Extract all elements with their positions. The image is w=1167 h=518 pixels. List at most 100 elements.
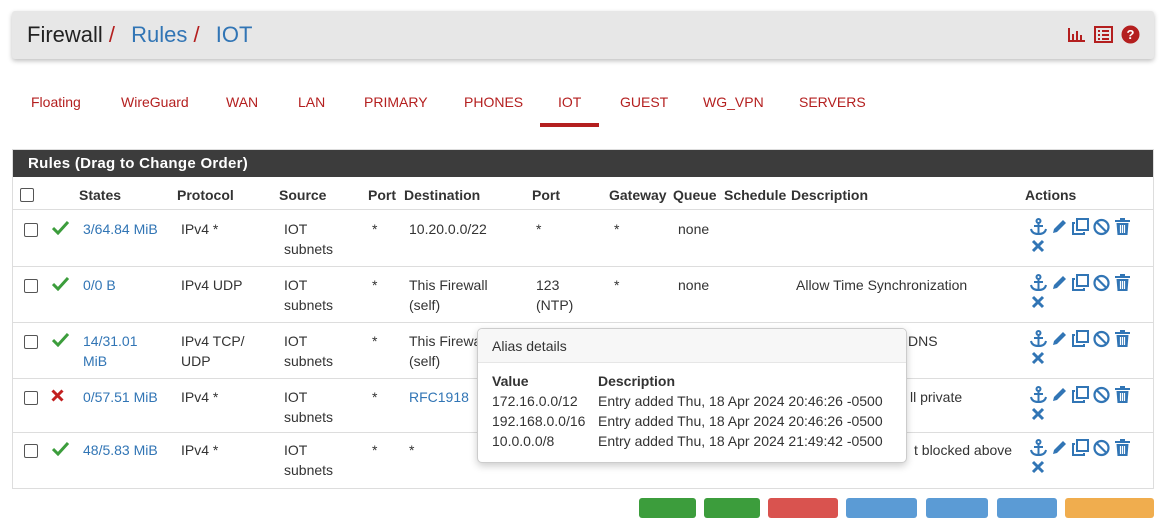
dest-port-value: 123 [536,277,560,293]
disable-icon[interactable] [1092,439,1111,457]
row-checkbox[interactable] [24,444,38,458]
source-value: IOT [284,442,308,458]
row-checkbox[interactable] [24,223,38,237]
copy-button[interactable] [926,498,988,518]
delete-x-icon[interactable] [1029,349,1048,367]
list-icon[interactable] [1094,26,1113,43]
check-icon[interactable] [52,442,69,456]
disable-icon[interactable] [1092,330,1111,348]
table-row[interactable]: 3/64.84 MiB IPv4 * IOT subnets * 10.20.0… [13,209,1153,266]
row-checkbox[interactable] [24,391,38,405]
copy-icon[interactable] [1071,274,1090,292]
source-value-line2: subnets [284,409,334,425]
queue-value: none [678,221,710,237]
header-icons: ? [1067,25,1140,44]
pencil-icon[interactable] [1050,439,1069,457]
tab-wan[interactable]: WAN [226,94,258,110]
delete-x-icon[interactable] [1029,458,1048,476]
row-checkbox[interactable] [24,279,38,293]
trash-icon[interactable] [1113,330,1132,348]
row-actions [1029,218,1139,255]
delete-x-icon[interactable] [1029,293,1048,311]
disable-icon[interactable] [1092,274,1111,292]
source-value: IOT [284,333,308,349]
copy-icon[interactable] [1071,439,1090,457]
destination-value-line2: (self) [409,297,441,313]
col-queue: Queue [673,187,717,203]
states-link[interactable]: 0/0 B [83,275,116,295]
tab-iot[interactable]: IOT [558,94,581,110]
tab-wg-vpn[interactable]: WG_VPN [703,94,764,110]
copy-icon[interactable] [1071,330,1090,348]
gateway-value: * [614,277,620,293]
anchor-icon[interactable] [1029,330,1048,348]
popover-col-value: Value [492,373,529,389]
tab-guest[interactable]: GUEST [620,94,668,110]
tab-lan[interactable]: LAN [298,94,325,110]
breadcrumb-iot-link[interactable]: IOT [216,22,253,47]
tab-servers[interactable]: SERVERS [799,94,866,110]
delete-x-icon[interactable] [1029,405,1048,423]
trash-icon[interactable] [1113,386,1132,404]
row-actions [1029,274,1139,311]
queue-value: none [678,277,710,293]
delete-button[interactable] [768,498,838,518]
row-checkbox[interactable] [24,335,38,349]
add-bottom-button[interactable] [704,498,760,518]
source-value-line2: subnets [284,462,334,478]
breadcrumb-rules-link[interactable]: Rules [131,22,187,47]
states-link[interactable]: 0/57.51 MiB [83,387,158,407]
col-actions: Actions [1025,187,1077,203]
col-protocol: Protocol [177,187,234,203]
col-dest-port: Port [532,187,560,203]
separator-button[interactable] [1065,498,1154,518]
states-link-line2[interactable]: MiB [83,351,107,371]
trash-icon[interactable] [1113,274,1132,292]
disable-icon[interactable] [1092,386,1111,404]
tab-primary[interactable]: PRIMARY [364,94,428,110]
select-all-checkbox[interactable] [20,188,34,202]
anchor-icon[interactable] [1029,274,1048,292]
add-top-button[interactable] [639,498,696,518]
states-link[interactable]: 48/5.83 MiB [83,440,158,460]
help-icon[interactable]: ? [1121,25,1140,44]
trash-icon[interactable] [1113,218,1132,236]
description-value: DNS [908,333,938,349]
copy-icon[interactable] [1071,386,1090,404]
bar-chart-icon[interactable] [1067,27,1086,43]
tab-floating[interactable]: Floating [31,94,81,110]
anchor-icon[interactable] [1029,218,1048,236]
check-icon[interactable] [52,277,69,291]
tab-phones[interactable]: PHONES [464,94,523,110]
states-link[interactable]: 14/31.01 [83,331,138,351]
tab-wireguard[interactable]: WireGuard [121,94,189,110]
check-icon[interactable] [52,333,69,347]
destination-alias-link[interactable]: RFC1918 [409,387,469,407]
pencil-icon[interactable] [1050,218,1069,236]
block-x-icon[interactable] [51,389,64,402]
port-value: * [372,277,378,293]
alias-entry-description: Entry added Thu, 18 Apr 2024 20:46:26 -0… [598,393,883,409]
anchor-icon[interactable] [1029,439,1048,457]
anchor-icon[interactable] [1029,386,1048,404]
pencil-icon[interactable] [1050,330,1069,348]
toggle-button[interactable] [846,498,917,518]
states-link[interactable]: 3/64.84 MiB [83,219,158,239]
trash-icon[interactable] [1113,439,1132,457]
protocol-value: IPv4 TCP/ [181,333,245,349]
port-value: * [372,221,378,237]
copy-icon[interactable] [1071,218,1090,236]
row-actions [1029,386,1139,423]
check-icon[interactable] [52,221,69,235]
delete-x-icon[interactable] [1029,237,1048,255]
disable-icon[interactable] [1092,218,1111,236]
destination-value: 10.20.0.0/22 [409,221,487,237]
pencil-icon[interactable] [1050,386,1069,404]
table-row[interactable]: 0/0 B IPv4 UDP IOT subnets * This Firewa… [13,266,1153,322]
pencil-icon[interactable] [1050,274,1069,292]
breadcrumb-separator: / [193,22,200,47]
active-tab-indicator [540,123,599,127]
col-port: Port [368,187,396,203]
panel-heading: Rules (Drag to Change Order) [13,150,1153,177]
save-button[interactable] [997,498,1057,518]
